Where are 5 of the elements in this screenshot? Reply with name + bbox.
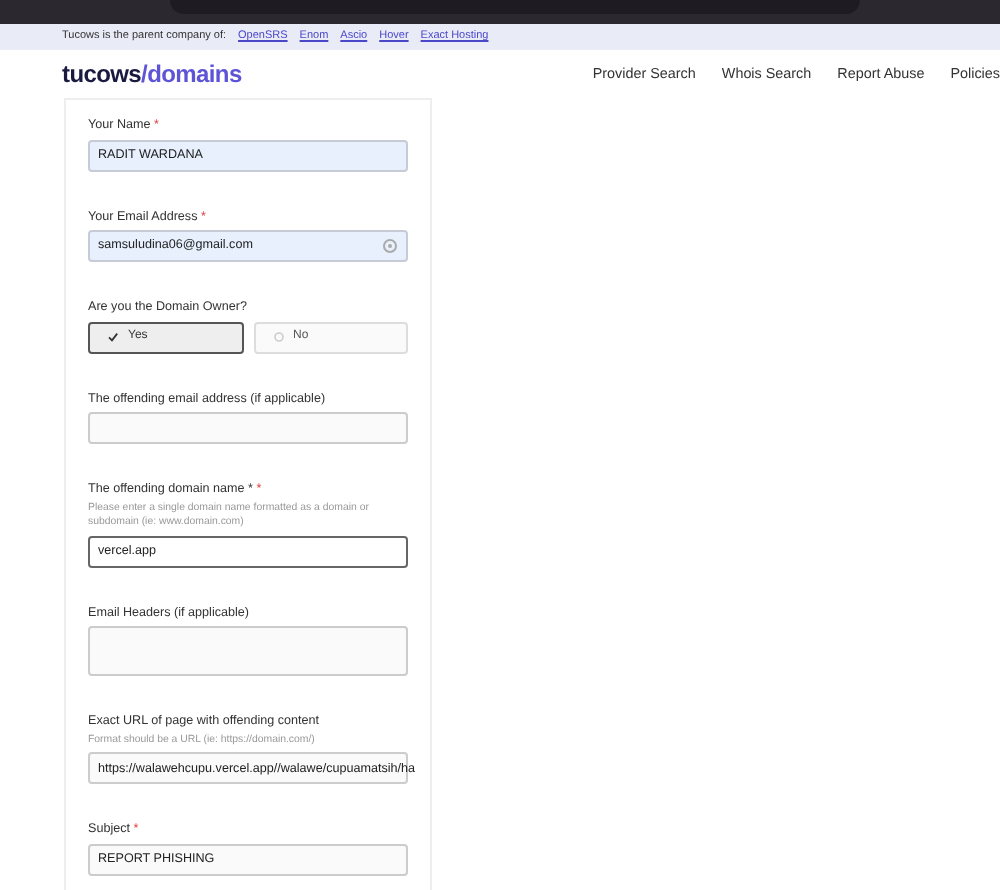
- check-icon: [108, 332, 118, 343]
- circle-icon: [273, 332, 283, 343]
- input-field[interactable]: [88, 412, 408, 445]
- text-area[interactable]: [88, 626, 408, 677]
- logo[interactable]: tucows/domains: [62, 62, 242, 86]
